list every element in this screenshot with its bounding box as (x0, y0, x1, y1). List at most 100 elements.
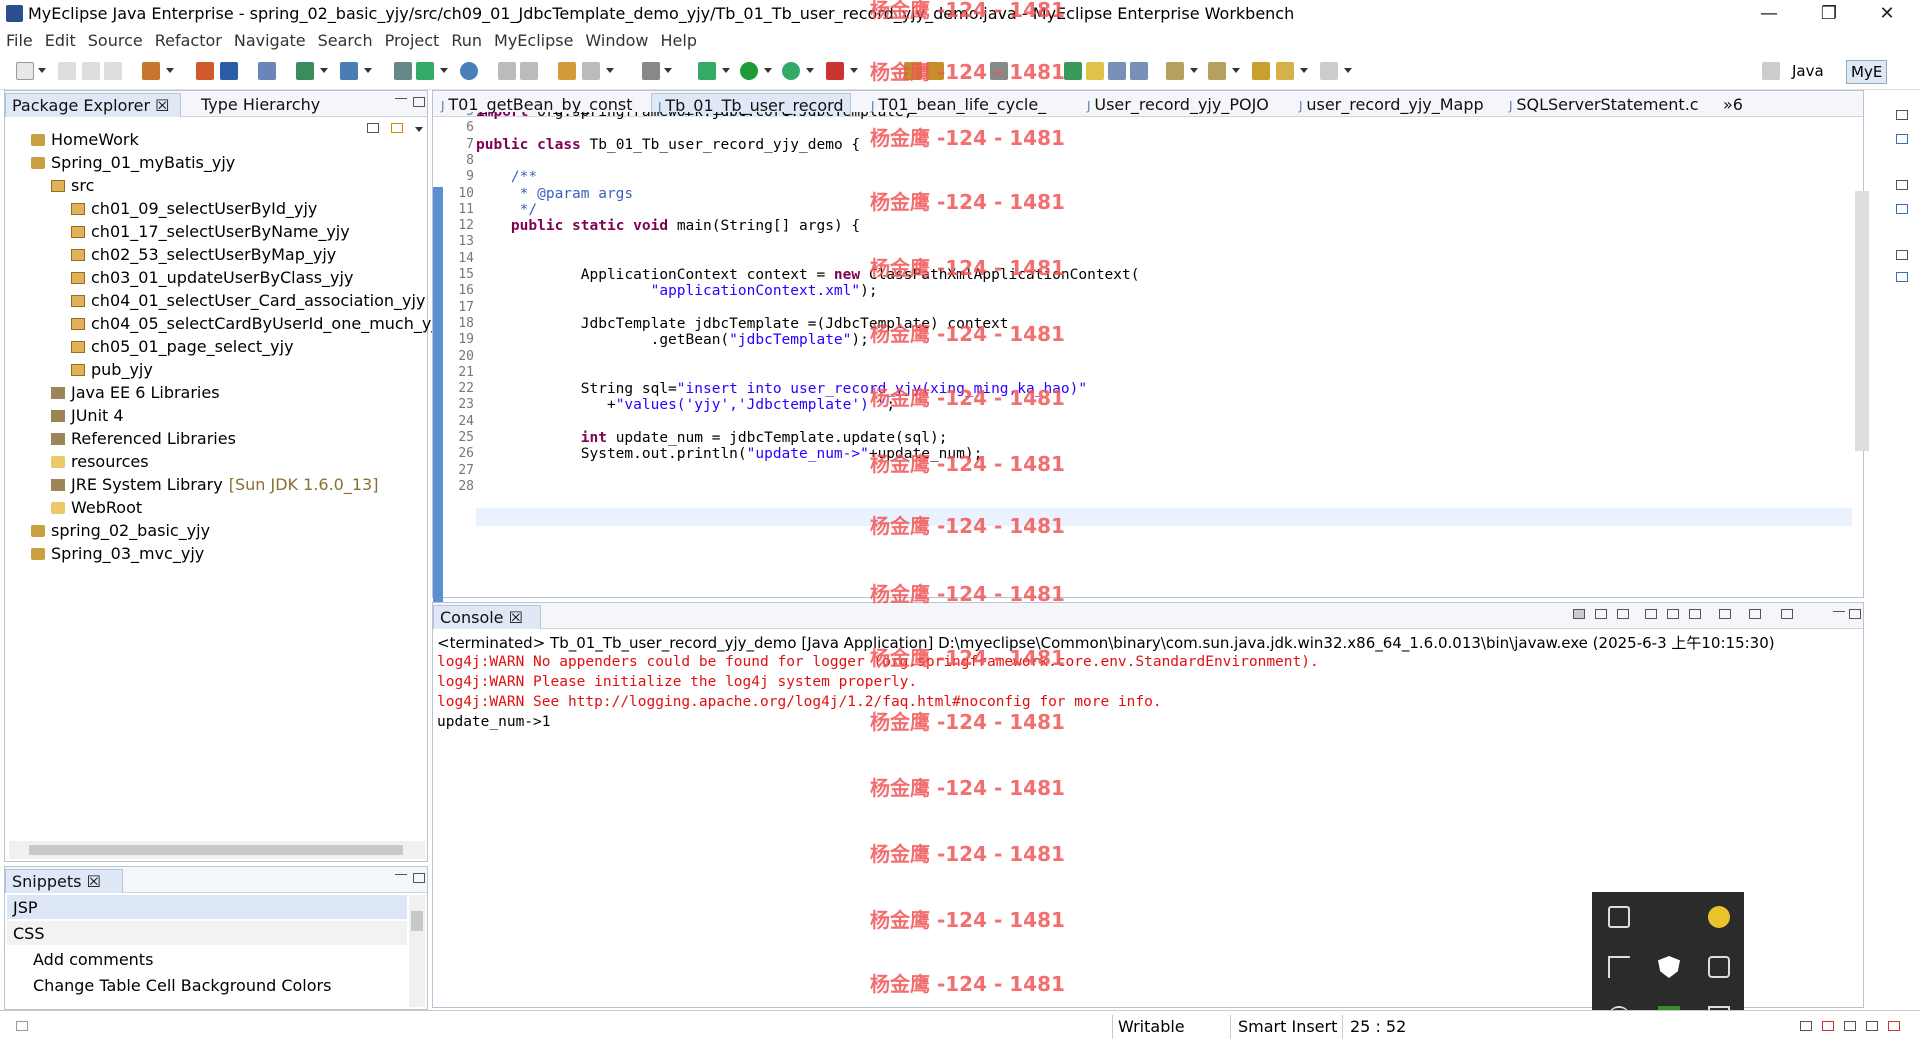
menu-file[interactable]: File (0, 28, 39, 50)
restore-view-icon-3[interactable] (1896, 250, 1908, 260)
code-line[interactable]: /** (476, 169, 537, 185)
security-shield-icon[interactable] (1658, 956, 1680, 978)
open-console-icon[interactable] (1781, 609, 1793, 619)
minimize-view-icon[interactable] (395, 98, 407, 100)
pin-console-icon[interactable] (1719, 609, 1731, 619)
tree-item[interactable]: ch01_09_selectUserById_yjy (71, 198, 317, 220)
package-explorer-icon[interactable] (558, 62, 576, 80)
show-on-output-icon[interactable] (1689, 609, 1701, 619)
tree-item[interactable]: ch03_01_updateUserByClass_yjy (71, 267, 353, 289)
tree-item[interactable]: Spring_01_myBatis_yjy (31, 152, 235, 174)
tree-item[interactable]: ch04_01_selectUser_Card_association_yjy (71, 290, 425, 312)
tree-item[interactable]: pub_yjy (71, 359, 153, 381)
highlight-icon[interactable] (1086, 62, 1104, 80)
show-whitespace-icon[interactable] (1130, 62, 1148, 80)
snippet-change-table-cell[interactable]: Change Table Cell Background Colors (27, 973, 337, 998)
console-scrollbar[interactable] (1868, 648, 1880, 978)
snippets-scrollbar[interactable] (409, 895, 425, 1007)
code-line[interactable]: +"values('yjy','Jdbctemplate') "; (476, 397, 895, 413)
block-select-icon[interactable] (1108, 62, 1126, 80)
minimize-console-icon[interactable] (1833, 611, 1845, 613)
code-line[interactable]: * @param args (476, 186, 634, 202)
view-menu-icon[interactable] (415, 127, 423, 132)
status-tool-icon-1[interactable] (1800, 1021, 1812, 1031)
servers-view-icon[interactable] (1896, 272, 1908, 282)
print-icon[interactable] (104, 62, 122, 80)
coverage-icon[interactable] (782, 62, 800, 80)
code-line[interactable]: int update_num = jdbcTemplate.update(sql… (476, 430, 948, 446)
open-folder-icon[interactable] (904, 62, 922, 80)
horizontal-scrollbar[interactable] (9, 841, 425, 859)
new-class-icon[interactable] (394, 62, 412, 80)
new-icon[interactable] (16, 62, 34, 80)
terminate-icon[interactable] (1573, 609, 1585, 619)
tree-item[interactable]: HomeWork (31, 129, 139, 151)
status-tool-icon-3[interactable] (1844, 1021, 1856, 1031)
link-editor-icon[interactable] (391, 123, 403, 133)
save-all-icon[interactable] (82, 62, 100, 80)
menu-project[interactable]: Project (379, 28, 446, 50)
tab-package-explorer[interactable]: Package Explorer ☒ (5, 93, 181, 117)
java-perspective[interactable]: Java (1788, 60, 1828, 82)
menu-myeclipse[interactable]: MyEclipse (488, 28, 579, 50)
tree-item[interactable]: Spring_03_mvc_yjy (31, 543, 204, 565)
speaker-icon[interactable] (1708, 956, 1730, 978)
menu-help[interactable]: Help (655, 28, 703, 50)
tree-item[interactable]: JRE System Library [Sun JDK 1.6.0_13] (51, 474, 378, 496)
properties-view-icon[interactable] (1896, 204, 1908, 214)
tree-item[interactable]: ch02_53_selectUserByMap_yjy (71, 244, 336, 266)
maximize-view-icon[interactable] (413, 97, 425, 107)
tree-item[interactable]: ch04_05_selectCardByUserId_one_much_yjy (71, 313, 445, 335)
open-perspective-icon[interactable] (1762, 62, 1780, 80)
outline-view-icon[interactable] (1896, 134, 1908, 144)
tree-item[interactable]: WebRoot (51, 497, 142, 519)
collapse-all-icon[interactable] (367, 123, 379, 133)
code-line[interactable]: public static void main(String[] args) { (476, 218, 860, 234)
code-line[interactable]: System.out.println("update_num->"+update… (476, 446, 983, 462)
external-tools-icon[interactable] (826, 62, 844, 80)
status-tool-icon-5[interactable] (1888, 1021, 1900, 1031)
myeclipse-perspective[interactable]: MyE (1846, 60, 1888, 84)
menu-run[interactable]: Run (445, 28, 488, 50)
menu-search[interactable]: Search (312, 28, 379, 50)
tree-item[interactable]: spring_02_basic_yjy (31, 520, 210, 542)
clear-console-icon[interactable] (1645, 609, 1657, 619)
menu-refactor[interactable]: Refactor (149, 28, 228, 50)
display-console-icon[interactable] (1749, 609, 1761, 619)
new-web-project-icon[interactable] (142, 62, 160, 80)
menu-edit[interactable]: Edit (39, 28, 82, 50)
restore-button[interactable]: ❐ (1806, 0, 1852, 28)
forward-icon[interactable] (1320, 62, 1338, 80)
code-line[interactable]: String sql="insert into user_record_yjy(… (476, 381, 1087, 397)
tree-item[interactable]: ch05_01_page_select_yjy (71, 336, 294, 358)
save-icon[interactable] (58, 62, 76, 80)
code-line[interactable]: ApplicationContext context = new ClassPa… (476, 267, 1140, 283)
new-package-icon[interactable] (416, 62, 434, 80)
build-icon[interactable] (926, 62, 944, 80)
deploy-icon[interactable] (196, 62, 214, 80)
browser-icon[interactable] (258, 62, 276, 80)
code-line[interactable]: .getBean("jdbcTemplate"); (476, 332, 869, 348)
snippet-category-css[interactable]: CSS (7, 921, 407, 945)
tree-item[interactable]: Java EE 6 Libraries (51, 382, 220, 404)
prev-annotation-icon[interactable] (1208, 62, 1226, 80)
minimize-button[interactable]: — (1746, 0, 1792, 28)
menu-window[interactable]: Window (579, 28, 654, 50)
tab-snippets[interactable]: Snippets ☒ (5, 869, 123, 893)
web-browser-icon[interactable] (460, 62, 478, 80)
open-task-icon[interactable] (340, 62, 358, 80)
minimize-snippets-icon[interactable] (395, 874, 407, 876)
fast-view-icon[interactable] (16, 1021, 28, 1031)
pin-icon[interactable] (990, 62, 1008, 80)
close-button[interactable]: ✕ (1864, 0, 1910, 28)
tree-item[interactable]: resources (51, 451, 149, 473)
snippet-add-comments[interactable]: Add comments (27, 947, 159, 972)
maximize-snippets-icon[interactable] (413, 873, 425, 883)
debug-icon[interactable] (698, 62, 716, 80)
toggle-mark-icon[interactable] (1064, 62, 1082, 80)
scroll-lock-icon[interactable] (1667, 609, 1679, 619)
tree-item[interactable]: JUnit 4 (51, 405, 124, 427)
next-edit-icon[interactable] (520, 62, 538, 80)
next-annotation-icon[interactable] (1166, 62, 1184, 80)
restore-view-icon-2[interactable] (1896, 180, 1908, 190)
